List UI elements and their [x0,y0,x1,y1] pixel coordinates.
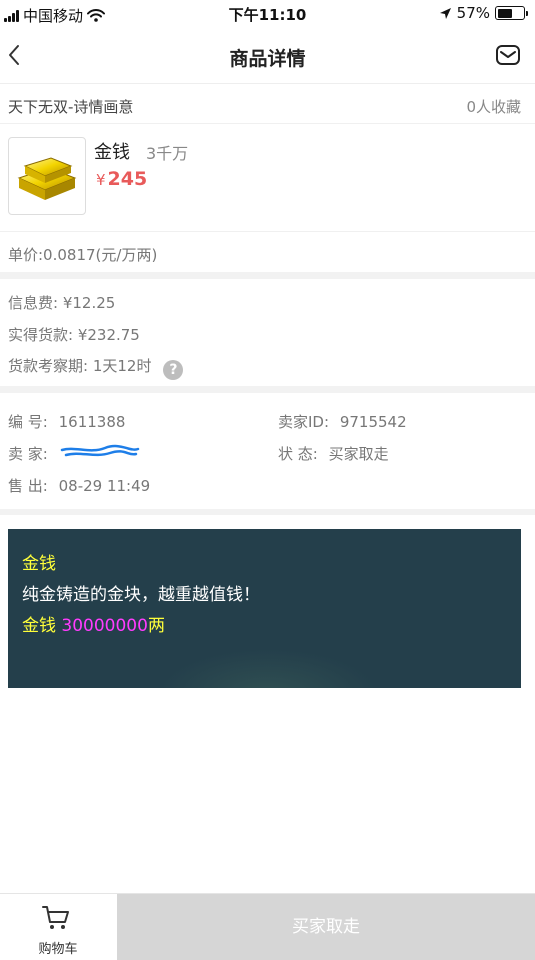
currency-symbol: ¥ [96,171,106,189]
cart-button[interactable]: 购物车 [0,894,116,960]
seller-label: 卖 家: [8,445,48,463]
status-value: 买家取走 [328,445,389,463]
nav-bar: 商品详情 [0,28,535,84]
buyer-collected-button[interactable]: 买家取走 [117,894,535,960]
seller-name: 卖 家: [8,443,48,464]
description-text: 纯金铸造的金块，越重越值钱！ [22,585,260,605]
order-id: 编 号: 1611388 [8,411,125,432]
status-right: 57% [439,4,528,22]
cart-label: 购物车 [38,942,78,957]
product-name: 金钱 [94,142,130,163]
inspection-period-row: 货款考察期: 1天12时? [8,355,184,380]
mail-icon[interactable] [495,43,521,67]
server-name: 天下无双-诗情画意 [8,98,134,116]
quantity-value: 30000000 [61,616,148,636]
divider [0,272,535,279]
page-title: 商品详情 [229,48,306,70]
product-summary: 金钱 3千万 ¥245 [0,124,535,232]
shopping-cart-icon [42,906,69,929]
gold-bars-icon [17,157,77,200]
net-payment: 实得货款: ¥232.75 [8,326,140,344]
seller-id: 卖家ID: 9715542 [278,411,407,432]
battery-icon [495,6,528,20]
sold-label: 售 出: [8,477,48,495]
redaction-scribble [60,444,140,457]
location-arrow-icon [439,7,451,19]
battery-percent: 57% [456,4,490,22]
item-description-card: 金钱 纯金铸造的金块，越重越值钱！ 金钱 30000000两 [8,529,521,688]
card-glow [158,649,378,688]
seller-id-value: 9715542 [339,413,407,431]
server-row: 天下无双-诗情画意 0人收藏 [0,84,535,124]
status-label: 状 态: [278,445,318,463]
seller-id-label: 卖家ID: [278,413,330,431]
price-value: 245 [107,168,148,190]
product-thumbnail [8,137,86,215]
unit-price-row: 单价:0.0817(元/万两) [0,232,535,272]
status-bar: 中国移动 下午11:10 57% [0,0,535,28]
bottom-bar: 购物车 买家取走 [0,893,535,960]
battery-level [497,8,512,18]
quantity-label: 金钱 [22,616,56,636]
product-price: ¥245 [96,168,147,190]
quantity-unit: 两 [147,616,165,636]
order-id-label: 编 号: [8,413,48,431]
divider [0,509,535,515]
trade-details: 编 号: 1611388 卖家ID: 9715542 卖 家: 状 态: 买家取… [0,393,535,509]
unit-price: 单价:0.0817(元/万两) [8,246,158,264]
trade-status: 状 态: 买家取走 [278,443,389,464]
product-amount: 3千万 [146,144,189,163]
fees-section: 信息费: ¥12.25 实得货款: ¥232.75 货款考察期: 1天12时? [0,279,535,386]
info-fee: 信息费: ¥12.25 [8,294,116,312]
question-icon[interactable]: ? [163,360,184,380]
divider [0,386,535,393]
description-quantity: 金钱 30000000两 [22,611,165,636]
favorites-count[interactable]: 0人收藏 [466,96,521,117]
description-title: 金钱 [22,554,56,574]
order-id-value: 1611388 [58,413,126,431]
sold-time: 售 出: 08-29 11:49 [8,475,150,496]
inspection-period: 货款考察期: 1天12时 [8,357,152,375]
sold-value: 08-29 11:49 [58,477,151,495]
